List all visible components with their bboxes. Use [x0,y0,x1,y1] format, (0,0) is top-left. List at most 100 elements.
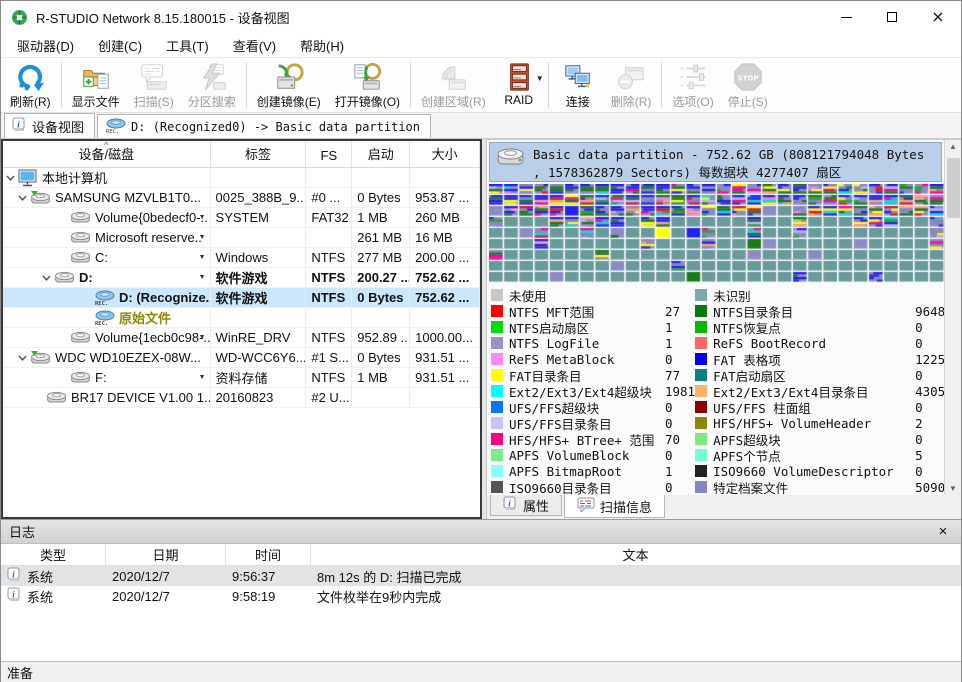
device-name: D: (Recognize... [119,290,211,305]
menu-bar: 驱动器(D)创建(C)工具(T)查看(V)帮助(H) [1,33,961,57]
legend-item: UFS/FFS 柱面组0 [695,399,960,415]
close-button[interactable]: × [915,1,961,33]
menu-item-1[interactable]: 驱动器(D) [5,33,86,58]
chevron-down-icon[interactable] [15,195,30,201]
table-row[interactable]: WDC WD10EZEX-08W...WD-WCC6Y6...#1 S...0 … [3,348,480,368]
table-row[interactable]: C:▼WindowsNTFS277 MB200.00 ... [3,248,480,268]
row-dropdown-icon[interactable]: ▼ [199,274,206,281]
row-dropdown-icon[interactable]: ▼ [199,254,206,261]
column-header-label: 启动 [368,144,394,163]
legend-swatch [695,433,707,445]
legend-swatch [491,321,503,333]
刷新-button[interactable]: 刷新(R) [3,60,58,111]
table-row[interactable]: D:▼软件游戏NTFS200.27 ...752.62 ... [3,268,480,288]
chevron-down-icon[interactable] [39,275,54,281]
log-close-icon[interactable]: × [933,523,953,540]
table-row[interactable]: Volume{1ecb0c98-..▼WinRE_DRVNTFS952.89 .… [3,328,480,348]
log-column-header-3[interactable]: 时间 [226,544,311,565]
column-header-4[interactable]: 启动 [352,141,410,167]
table-row[interactable]: Volume{0bedecf0-..▼SYSTEMFAT321 MB260 MB [3,208,480,228]
scan-header-text: Basic data partition - 752.62 GB (808121… [533,146,935,181]
legend-swatch [695,385,707,397]
scan-scrollbar[interactable]: ▲ ▼ [944,140,961,495]
row-dropdown-icon[interactable]: ▼ [199,334,206,341]
legend-swatch [695,417,707,429]
log-row[interactable]: i系统2020/12/79:58:19文件枚举在9秒内完成 [1,586,961,606]
row-dropdown-icon[interactable]: ▼ [199,214,206,221]
chevron-down-icon[interactable] [15,355,30,361]
panel-tab-1[interactable]: i属性 [490,495,562,516]
toolbar-button-label: 创建区域(R) [421,93,486,110]
cell-size: 260 MB [410,208,480,228]
device-name-cell: REC.D: (Recognize... [3,288,211,308]
log-column-label: 文本 [622,545,648,564]
table-row[interactable]: F:▼资料存储NTFS1 MB931.51 ... [3,368,480,388]
row-dropdown-icon[interactable]: ▼ [199,234,206,241]
cell-fs [306,168,352,188]
cell-size: 16 MB [410,228,480,248]
legend-swatch [491,337,503,349]
device-name-cell: BR17 DEVICE V1.00 1.... [3,388,211,408]
options-icon [678,62,708,92]
scroll-up-icon[interactable]: ▲ [949,142,957,151]
table-row[interactable]: Microsoft reserve..▼261 MB16 MB [3,228,480,248]
table-row[interactable]: BR17 DEVICE V1.00 1....20160823#2 U... [3,388,480,408]
legend-label: NTFS启动扇区 [509,318,659,337]
menu-item-4[interactable]: 查看(V) [221,33,288,58]
cell-label: WinRE_DRV [211,328,307,348]
legend-swatch [695,305,707,317]
创建镜像-button[interactable]: 创建镜像(E) [250,60,328,111]
cell-start [352,308,410,328]
table-row[interactable]: REC.D: (Recognize...软件游戏NTFS0 Bytes752.6… [3,288,480,308]
svg-text:STOP: STOP [737,73,758,82]
row-dropdown-icon[interactable]: ▼ [199,374,206,381]
legend-count: 0 [665,448,673,463]
-button[interactable]: ▼RAID [493,60,545,111]
toolbar-group: 刷新(R) [3,60,58,111]
连接-button[interactable]: 连接 [552,60,604,111]
maximize-button[interactable] [869,1,915,33]
menu-item-5[interactable]: 帮助(H) [288,33,356,58]
打开镜像-button[interactable]: 打开镜像(O) [328,60,407,111]
log-time-cell: 9:56:37 [226,566,311,586]
legend-label: NTFS恢复点 [713,318,909,337]
raid-icon: ▼ [504,62,534,92]
column-header-3[interactable]: FS [306,141,352,167]
toolbar-button-label: 刷新(R) [10,93,51,110]
table-row[interactable]: 本地计算机 [3,168,480,188]
log-column-header-1[interactable]: 类型 [1,544,106,565]
menu-item-2[interactable]: 创建(C) [86,33,154,58]
toolbar-button-label: 扫描(S) [134,93,174,110]
view-tab-1[interactable]: i设备视图 [4,113,95,138]
legend-count: 77 [665,368,680,383]
chevron-down-icon[interactable] [3,175,18,181]
legend-label: APFS个节点 [713,446,909,465]
minimize-button[interactable] [823,1,869,33]
scroll-down-icon[interactable]: ▼ [949,484,957,493]
log-row[interactable]: i系统2020/12/79:56:378m 12s 的 D: 扫描已完成 [1,566,961,586]
log-type-cell: i系统 [1,566,106,586]
log-column-header-4[interactable]: 文本 [311,544,961,565]
status-bar: 准备 [1,661,961,682]
cell-size [410,388,480,408]
device-name: D: [79,270,93,285]
创建区域-button: 创建区域(R) [414,60,493,111]
scroll-thumb[interactable] [947,158,960,218]
table-row[interactable]: REC.原始文件 [3,308,480,328]
menu-item-3[interactable]: 工具(T) [154,33,221,58]
info-icon: i [7,587,22,605]
table-row[interactable]: SAMSUNG MZVLB1T0...0025_388B_9...#0 ...0… [3,188,480,208]
log-column-header-2[interactable]: 日期 [106,544,226,565]
显示文件-button[interactable]: 显示文件 [65,60,127,111]
view-tab-2[interactable]: REC.D: (Recognized0) -> Basic data parti… [97,114,431,138]
column-header-5[interactable]: 大小 [410,141,480,167]
legend-label: ReFS BootRecord [713,336,909,351]
device-name: Volume{1ecb0c98-.. [95,330,211,345]
scan-block-map[interactable] [489,184,945,283]
log-column-label: 时间 [255,545,281,564]
column-header-1[interactable]: ^设备/磁盘 [3,141,211,167]
panel-tab-2[interactable]: 扫描信息 [564,495,665,518]
dropdown-arrow-icon[interactable]: ▼ [536,74,544,83]
cell-start: 261 MB [352,228,410,248]
column-header-2[interactable]: 标签 [211,141,307,167]
